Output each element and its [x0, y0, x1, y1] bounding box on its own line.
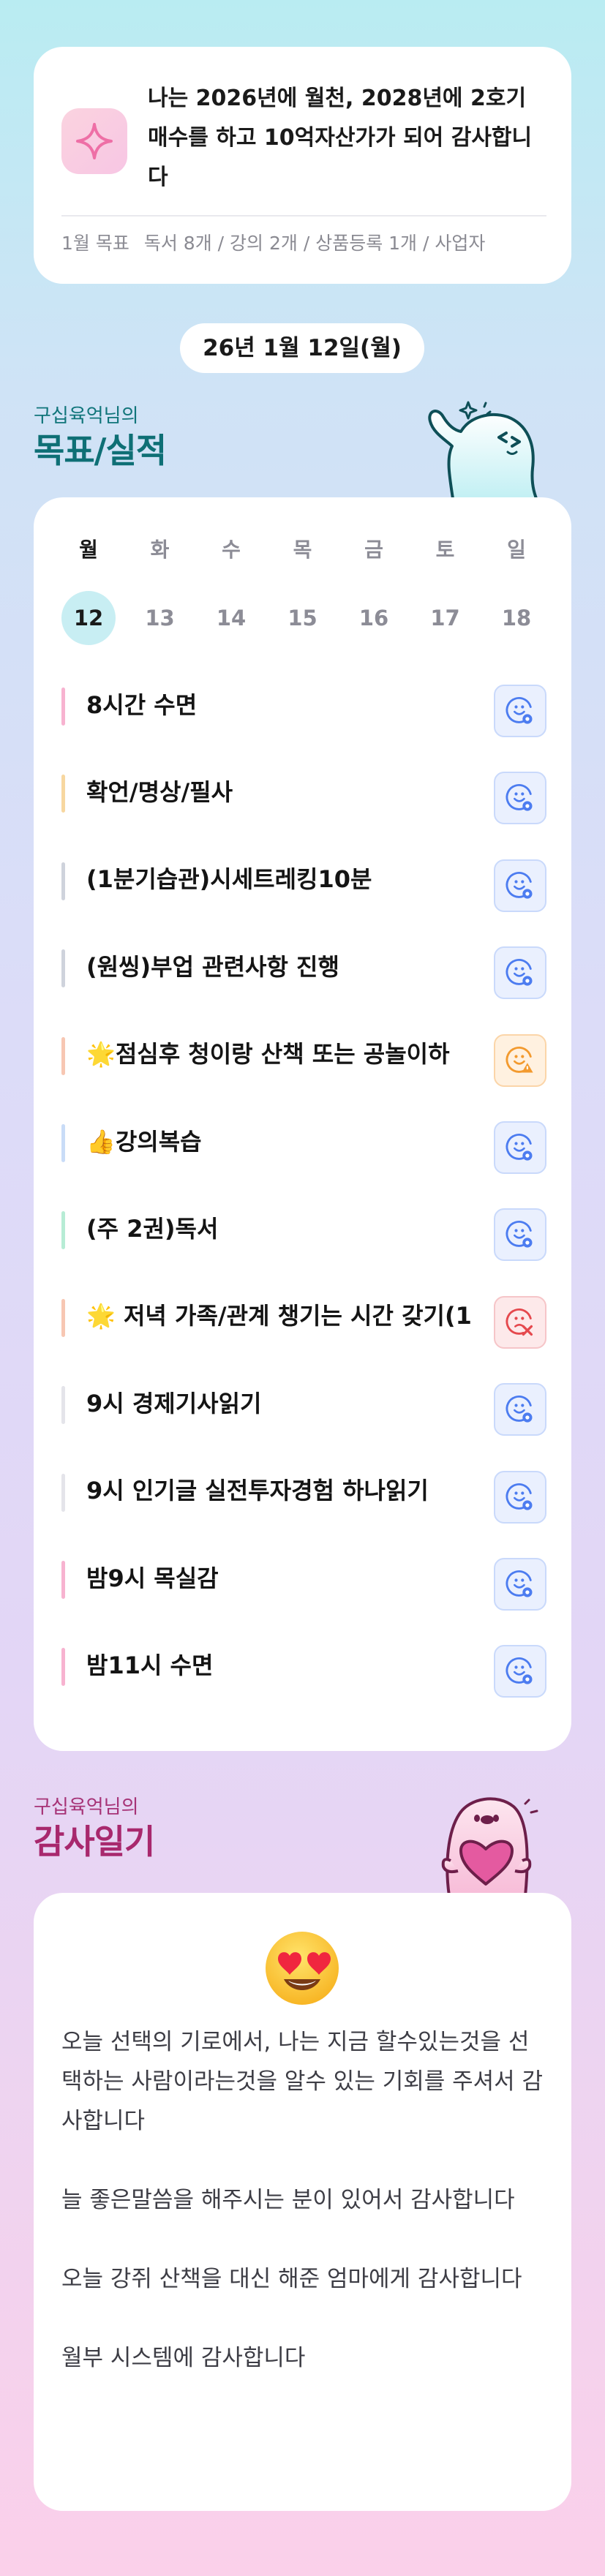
week-date[interactable]: 18 — [489, 591, 544, 645]
task-color-bar — [61, 1036, 65, 1075]
task-status-partial-icon[interactable] — [494, 1033, 546, 1087]
task-label: (주 2권)독서 — [86, 1215, 219, 1243]
plan-section-title: 목표/실적 — [34, 431, 167, 470]
task-label: 👍강의복습 — [86, 1127, 202, 1156]
thanks-entry: 오늘 강쥐 산책을 대신 해준 엄마에게 감사합니다 — [61, 2266, 522, 2292]
week-date[interactable]: 14 — [204, 591, 258, 645]
week-day-1[interactable]: 화 13 — [133, 535, 187, 645]
task-status-done-icon[interactable] — [494, 1121, 546, 1174]
task-row[interactable]: (주 2권)독서 — [61, 1183, 546, 1270]
task-label: 밤11시 수면 — [86, 1651, 214, 1679]
task-row[interactable]: 🌟점심후 청이랑 산책 또는 공놀이하 — [61, 1009, 546, 1096]
task-list: 8시간 수면확언/명상/필사 (1분기습관)시세트레킹10분 (원씽)부업 관련사항… — [61, 660, 546, 1708]
week-day-4[interactable]: 금 16 — [347, 535, 401, 645]
mascot-icon — [428, 401, 540, 503]
task-row[interactable]: 8시간 수면 — [61, 660, 546, 747]
week-day-label: 화 — [150, 538, 170, 562]
week-date[interactable]: 16 — [347, 591, 401, 645]
task-row[interactable]: (1분기습관)시세트레킹10분 — [61, 835, 546, 922]
task-color-bar — [61, 1648, 65, 1687]
task-row[interactable]: 👍강의복습 — [61, 1096, 546, 1183]
task-status-done-icon[interactable] — [494, 772, 546, 825]
task-color-bar — [61, 1386, 65, 1425]
week-day-label: 목 — [293, 538, 312, 562]
week-date[interactable]: 15 — [276, 591, 330, 645]
heart-eyes-emoji-icon — [266, 1932, 339, 2005]
week-day-5[interactable]: 토 17 — [418, 535, 473, 645]
plan-card: 월 12 화 13 수 14 목 15 금 16 토 17 일 18 8시간 수면확언/명상/필사 (1분기… — [34, 497, 571, 1751]
week-calendar: 월 12 화 13 수 14 목 15 금 16 토 17 일 18 — [61, 535, 544, 645]
task-label: 🌟 저녁 가족/관계 챙기는 시간 갖기(1 — [86, 1302, 472, 1330]
task-status-done-icon[interactable] — [494, 1645, 546, 1698]
goal-card[interactable]: 나는 2026년에 월천, 2028년에 2호기 매수를 하고 10억자산가가 … — [34, 47, 571, 284]
task-status-done-icon[interactable] — [494, 946, 546, 1000]
task-color-bar — [61, 862, 65, 900]
thanks-entry: 오늘 선택의 기로에서, 나는 지금 할수있는것을 선택하는 사람이라는것을 알… — [61, 2029, 544, 2134]
task-label: (1분기습관)시세트레킹10분 — [86, 865, 372, 894]
thanks-entry: 늘 좋은말씀을 해주시는 분이 있어서 감사합니다 — [61, 2187, 515, 2213]
task-color-bar — [61, 1560, 65, 1599]
task-status-done-icon[interactable] — [494, 859, 546, 912]
week-day-0[interactable]: 월 12 — [61, 535, 116, 645]
goal-summary-text: 독서 8개 / 강의 2개 / 상품등록 1개 / 사업자 — [143, 233, 486, 254]
task-status-done-icon[interactable] — [494, 1470, 546, 1524]
week-date[interactable]: 13 — [133, 591, 187, 645]
task-label: 확언/명상/필사 — [86, 778, 233, 807]
task-color-bar — [61, 688, 65, 726]
week-day-2[interactable]: 수 14 — [204, 535, 258, 645]
task-label: 9시 인기글 실전투자경험 하나읽기 — [86, 1477, 429, 1505]
task-status-done-icon[interactable] — [494, 1383, 546, 1436]
goal-text: 나는 2026년에 월천, 2028년에 2호기 매수를 하고 10억자산가가 … — [148, 86, 533, 190]
task-status-done-icon[interactable] — [494, 1557, 546, 1611]
thanks-entries: 오늘 선택의 기로에서, 나는 지금 할수있는것을 선택하는 사람이라는것을 알… — [61, 2022, 546, 2417]
task-row[interactable]: 확언/명상/필사 — [61, 747, 546, 834]
task-status-missed-icon[interactable] — [494, 1295, 546, 1349]
task-color-bar — [61, 1123, 65, 1162]
task-color-bar — [61, 1211, 65, 1250]
task-color-bar — [61, 949, 65, 988]
week-day-label: 월 — [79, 538, 98, 562]
task-label: 🌟점심후 청이랑 산책 또는 공놀이하 — [86, 1040, 450, 1069]
task-row[interactable]: (원씽)부업 관련사항 진행 — [61, 922, 546, 1009]
task-color-bar — [61, 775, 65, 813]
thanks-entry: 월부 시스템에 감사합니다 — [61, 2345, 306, 2371]
week-day-label: 금 — [364, 538, 383, 562]
sparkle-icon — [61, 108, 127, 174]
week-date[interactable]: 17 — [418, 591, 473, 645]
task-color-bar — [61, 1298, 65, 1337]
task-color-bar — [61, 1473, 65, 1512]
task-label: (원씽)부업 관련사항 진행 — [86, 952, 339, 981]
week-date[interactable]: 12 — [61, 591, 116, 645]
task-row[interactable]: 밤9시 목실감 — [61, 1533, 546, 1620]
task-label: 9시 경제기사읽기 — [86, 1389, 262, 1417]
task-row[interactable]: 9시 인기글 실전투자경험 하나읽기 — [61, 1446, 546, 1533]
goal-summary: 1월 목표 독서 8개 / 강의 2개 / 상품등록 1개 / 사업자 — [61, 216, 546, 271]
week-day-label: 토 — [435, 538, 455, 562]
mascot-heart-icon — [441, 1797, 538, 1896]
task-row[interactable]: 9시 경제기사읽기 — [61, 1358, 546, 1445]
goal-month-label: 1월 목표 — [61, 233, 129, 254]
task-label: 밤9시 목실감 — [86, 1564, 219, 1592]
week-day-label: 일 — [507, 538, 526, 562]
thanks-section-title: 감사일기 — [34, 1822, 155, 1861]
week-day-label: 수 — [222, 538, 241, 562]
task-label: 8시간 수면 — [86, 690, 198, 719]
week-day-3[interactable]: 목 15 — [276, 535, 330, 645]
week-day-6[interactable]: 일 18 — [489, 535, 544, 645]
task-status-done-icon[interactable] — [494, 685, 546, 737]
date-selector[interactable]: 26년 1월 12일(월) — [180, 323, 424, 373]
task-status-done-icon[interactable] — [494, 1208, 546, 1262]
task-row[interactable]: 🌟 저녁 가족/관계 챙기는 시간 갖기(1 — [61, 1271, 546, 1358]
thanks-card: 오늘 선택의 기로에서, 나는 지금 할수있는것을 선택하는 사람이라는것을 알… — [34, 1893, 571, 2511]
task-row[interactable]: 밤11시 수면 — [61, 1620, 546, 1707]
